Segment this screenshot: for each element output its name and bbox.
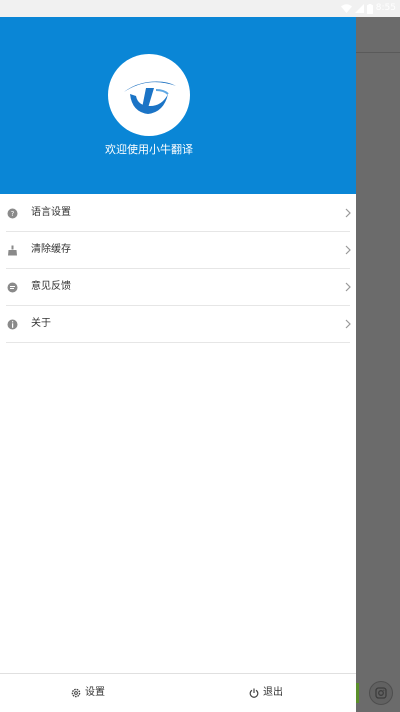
chevron-right-icon (345, 208, 351, 218)
wifi-icon (340, 4, 352, 13)
menu-item-label: 关于 (31, 318, 51, 329)
background-camera-button[interactable] (369, 681, 393, 705)
camera-icon (375, 687, 387, 699)
info-icon (7, 319, 18, 330)
language-icon: ? (7, 208, 18, 219)
chevron-right-icon (345, 319, 351, 329)
navigation-drawer: 欢迎使用小牛翻译 ? 语言设置 清除缓存 意见反馈 关于 设置 退出 (0, 17, 356, 712)
power-icon (249, 688, 259, 698)
svg-text:?: ? (11, 210, 15, 218)
app-logo (108, 54, 190, 136)
menu-item-language-settings[interactable]: ? 语言设置 (0, 195, 356, 232)
xiaoniu-logo-icon (124, 81, 176, 114)
menu-item-label: 意见反馈 (31, 281, 71, 292)
settings-label: 设置 (85, 687, 105, 698)
status-icons: 8:55 (340, 2, 396, 15)
background-toolbar-divider (356, 52, 400, 53)
status-time: 8:55 (375, 3, 396, 13)
logout-button[interactable]: 退出 (249, 686, 283, 700)
menu-item-feedback[interactable]: 意见反馈 (0, 269, 356, 306)
chevron-right-icon (345, 282, 351, 292)
feedback-icon (7, 282, 18, 293)
drawer-footer: 设置 退出 (0, 673, 356, 712)
broom-icon (8, 245, 17, 256)
background-green-element (356, 683, 359, 703)
menu-item-clear-cache[interactable]: 清除缓存 (0, 232, 356, 269)
logout-label: 退出 (263, 687, 283, 698)
drawer-header: 欢迎使用小牛翻译 (0, 17, 356, 194)
gear-icon (71, 688, 81, 698)
menu-item-label: 清除缓存 (31, 244, 71, 255)
menu-item-label: 语言设置 (31, 207, 71, 218)
background-app-scrim[interactable] (356, 17, 400, 712)
welcome-text: 欢迎使用小牛翻译 (105, 143, 193, 156)
battery-icon (366, 3, 373, 14)
chevron-right-icon (345, 245, 351, 255)
status-bar: 8:55 (0, 0, 400, 17)
drawer-menu-list: ? 语言设置 清除缓存 意见反馈 关于 (0, 195, 356, 343)
signal-icon (354, 4, 364, 13)
menu-item-about[interactable]: 关于 (0, 306, 356, 343)
settings-button[interactable]: 设置 (71, 686, 105, 700)
